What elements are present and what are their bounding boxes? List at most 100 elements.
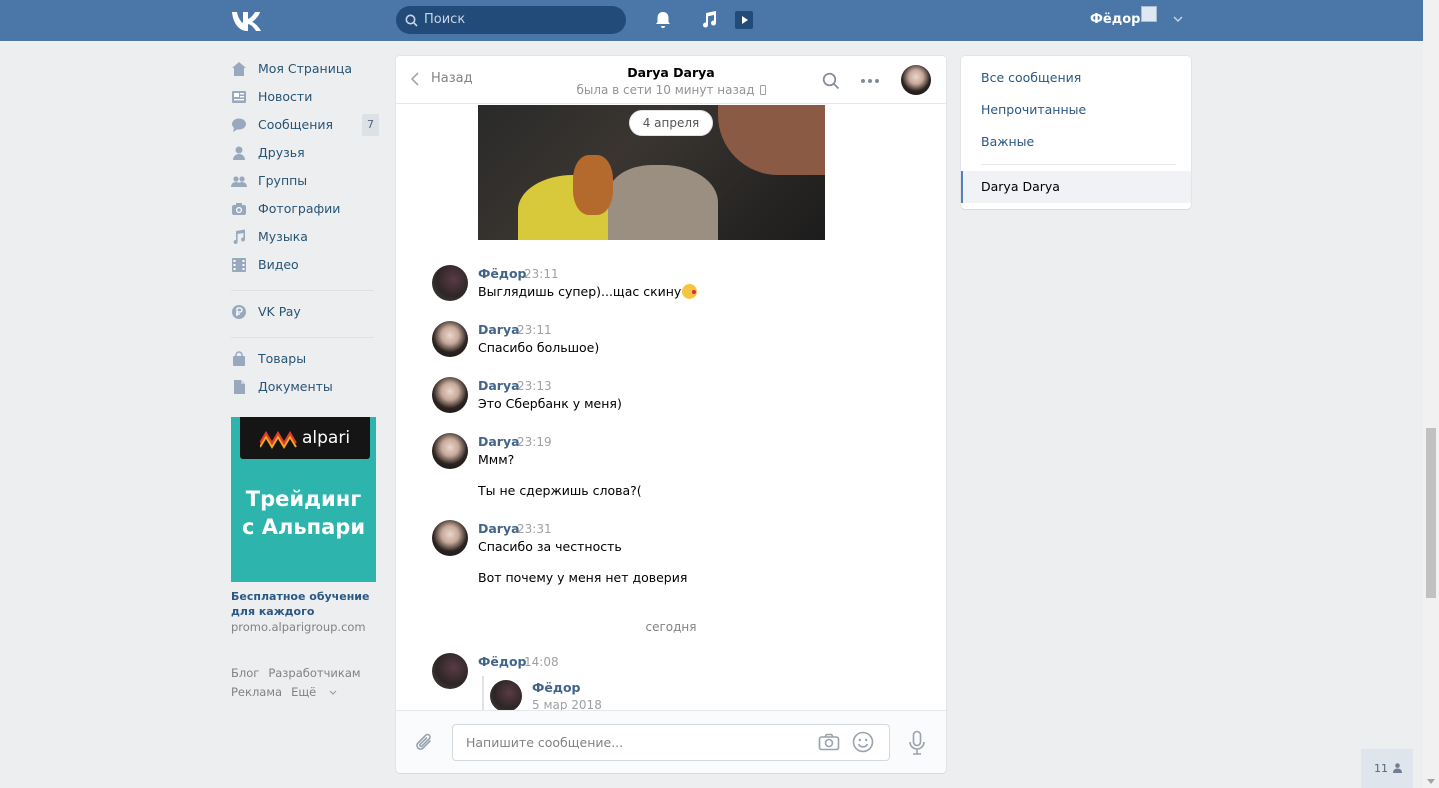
avatar[interactable]	[490, 680, 522, 712]
peer-status: была в сети 10 минут назад	[396, 83, 946, 97]
sidebar-item-market[interactable]: Товары	[231, 348, 381, 376]
filter-all-messages[interactable]: Все сообщения	[981, 70, 1081, 85]
panel-divider	[981, 164, 1176, 165]
chevron-down-icon[interactable]	[1173, 15, 1183, 23]
sidebar-item-documents[interactable]: Документы	[231, 376, 381, 404]
message-text-content: Выглядишь супер)...щас скину	[478, 284, 682, 299]
footer-link-more[interactable]: Ещё	[291, 685, 337, 699]
video-icon	[232, 258, 246, 272]
header-avatar[interactable]	[1141, 6, 1157, 22]
microphone-icon[interactable]	[908, 730, 926, 756]
message-author[interactable]: Darya	[478, 434, 520, 449]
message-time[interactable]: 23:31	[517, 522, 552, 536]
chat-header: Назад Darya Darya была в сети 10 минут н…	[396, 56, 946, 104]
message-time[interactable]: 23:11	[524, 267, 559, 281]
footer-link-blog[interactable]: Блог	[231, 666, 259, 680]
search-input[interactable]: Поиск	[396, 6, 626, 34]
person-icon	[1393, 763, 1402, 773]
sidebar-item-music[interactable]: Музыка	[231, 226, 381, 254]
scroll-down-arrow-icon[interactable]	[1427, 779, 1435, 784]
avatar[interactable]	[432, 265, 468, 301]
sidebar-item-messages[interactable]: Сообщения 7	[231, 114, 381, 142]
search-icon[interactable]	[822, 72, 840, 90]
message-text: Выглядишь супер)...щас скину	[478, 284, 698, 299]
filter-important[interactable]: Важные	[981, 134, 1034, 149]
sidebar-item-friends[interactable]: Друзья	[231, 142, 381, 170]
message-text: Спасибо за честность	[478, 539, 622, 554]
music-icon[interactable]	[699, 10, 719, 30]
attach-icon[interactable]	[415, 732, 435, 754]
message-composer: Напишите сообщение...	[396, 710, 946, 773]
sidebar-item-label: Музыка	[258, 229, 308, 244]
message-text: Спасибо большое)	[478, 340, 600, 355]
ad-caption[interactable]: Бесплатное обучение для каждого	[231, 589, 381, 619]
active-dialog-item[interactable]: Darya Darya	[961, 171, 1191, 203]
messages-icon	[232, 118, 246, 132]
sidebar-item-label: Видео	[258, 257, 299, 272]
alpari-wave-icon	[260, 431, 297, 449]
message-input-placeholder: Напишите сообщение...	[466, 735, 624, 750]
message-item: Darya 23:13 Это Сбербанк у меня)	[432, 377, 912, 417]
more-icon[interactable]	[860, 78, 880, 84]
peer-avatar[interactable]	[901, 65, 931, 95]
message-time[interactable]: 23:11	[517, 323, 552, 337]
sidebar-item-label: VK Pay	[258, 304, 301, 319]
message-author[interactable]: Darya	[478, 378, 520, 393]
ad-headline-line-2: с Альпари	[241, 515, 366, 539]
sidebar-item-photos[interactable]: Фотографии	[231, 198, 381, 226]
online-count: 11	[1374, 762, 1388, 775]
message-time[interactable]: 23:13	[517, 379, 552, 393]
peer-status-text: была в сети 10 минут назад	[576, 83, 755, 97]
page-scrollbar[interactable]	[1423, 0, 1439, 788]
date-pill: 4 апреля	[629, 110, 713, 136]
footer-more-label: Ещё	[291, 685, 317, 699]
message-text: Ммм?	[478, 452, 515, 467]
avatar[interactable]	[432, 520, 468, 556]
kiss-emoji-icon	[682, 284, 698, 299]
play-icon[interactable]	[733, 10, 755, 30]
vk-logo-icon[interactable]	[231, 9, 265, 31]
avatar[interactable]	[432, 321, 468, 357]
message-item: Фёдор 23:11 Выглядишь супер)...щас скину	[432, 265, 912, 305]
message-author[interactable]: Фёдор	[478, 654, 527, 669]
sidebar-item-groups[interactable]: Группы	[231, 170, 381, 198]
document-icon	[234, 380, 245, 394]
sidebar-item-vkpay[interactable]: VK Pay	[231, 301, 381, 329]
bell-icon[interactable]	[653, 10, 673, 30]
avatar[interactable]	[432, 653, 468, 689]
online-friends-button[interactable]: 11	[1361, 749, 1413, 788]
chat-window: Назад Darya Darya была в сети 10 минут н…	[396, 56, 946, 773]
message-author[interactable]: Darya	[478, 322, 520, 337]
sidebar-item-my-page[interactable]: Моя Страница	[231, 58, 381, 86]
header-user-name[interactable]: Фёдор	[1090, 12, 1140, 27]
message-author[interactable]: Фёдор	[478, 266, 527, 281]
message-time[interactable]: 14:08	[524, 655, 559, 669]
scrollbar-thumb[interactable]	[1426, 428, 1436, 598]
ad-banner[interactable]: alpari Трейдинг с Альпари	[231, 417, 376, 582]
bag-icon	[233, 351, 245, 366]
message-author[interactable]: Darya	[478, 521, 520, 536]
news-icon	[232, 91, 246, 103]
search-placeholder: Поиск	[424, 12, 466, 27]
day-separator: сегодня	[645, 620, 697, 634]
footer-link-devs[interactable]: Разработчикам	[268, 666, 360, 680]
sidebar-item-label: Фотографии	[258, 201, 341, 216]
message-time[interactable]: 23:19	[517, 435, 552, 449]
message-item: Darya 23:11 Спасибо большое)	[432, 321, 912, 361]
camera-icon[interactable]	[818, 733, 840, 751]
sidebar-item-video[interactable]: Видео	[231, 254, 381, 282]
search-icon	[405, 14, 418, 27]
friends-icon	[233, 146, 245, 160]
message-text: Это Сбербанк у меня)	[478, 396, 622, 411]
footer-link-ads[interactable]: Реклама	[231, 685, 282, 699]
mobile-icon	[759, 85, 766, 95]
filter-unread[interactable]: Непрочитанные	[981, 102, 1086, 117]
sidebar-item-news[interactable]: Новости	[231, 86, 381, 114]
emoji-icon[interactable]	[852, 731, 874, 753]
home-icon	[232, 62, 246, 76]
avatar[interactable]	[432, 433, 468, 469]
ad-domain[interactable]: promo.alparigroup.com	[231, 620, 366, 634]
left-sidebar: Моя Страница Новости Сообщения 7 Друзья …	[231, 58, 381, 404]
avatar[interactable]	[432, 377, 468, 413]
forwarded-author[interactable]: Фёдор	[532, 680, 581, 695]
